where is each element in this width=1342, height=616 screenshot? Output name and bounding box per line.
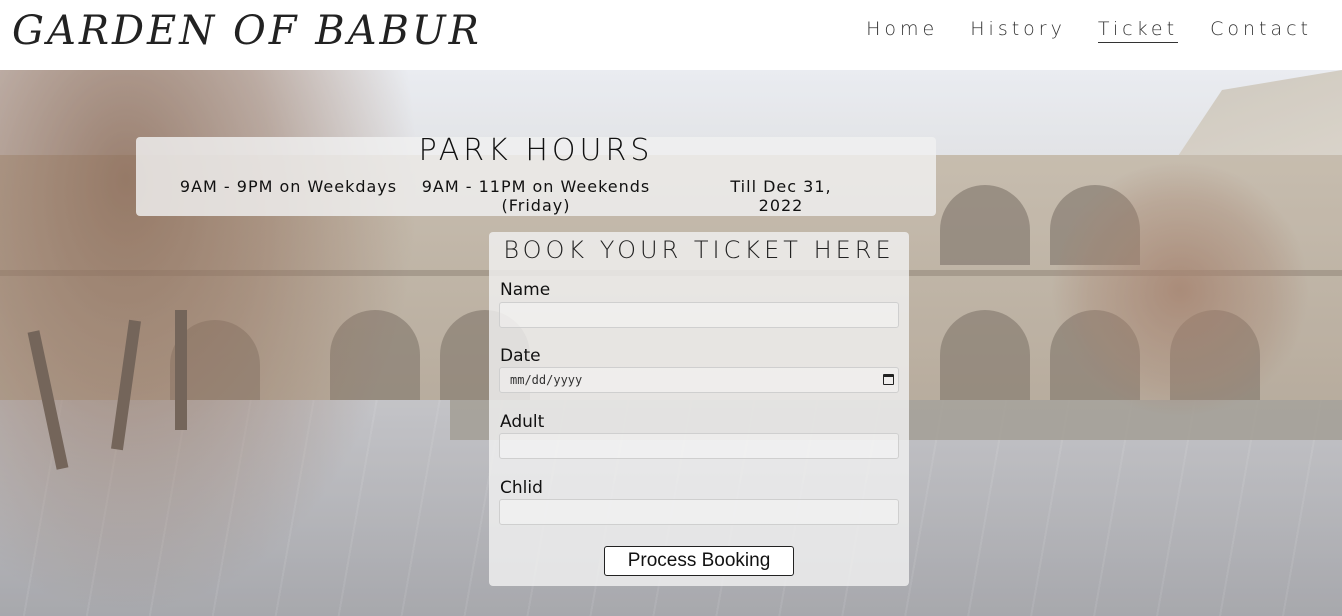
adult-input[interactable] bbox=[499, 433, 899, 459]
site-header: GARDEN OF BABUR Home History Ticket Cont… bbox=[0, 0, 1342, 70]
name-label: Name bbox=[500, 280, 551, 300]
child-label: Chlid bbox=[500, 478, 543, 498]
nav-home[interactable]: Home bbox=[866, 18, 938, 43]
booking-form: BOOK YOUR TICKET HERE Name Date mm/dd/yy… bbox=[489, 232, 909, 586]
nav-history[interactable]: History bbox=[970, 18, 1066, 43]
date-input[interactable]: mm/dd/yyyy bbox=[499, 367, 899, 393]
nav-ticket[interactable]: Ticket bbox=[1097, 18, 1179, 43]
date-placeholder: mm/dd/yyyy bbox=[510, 373, 583, 387]
hours-valid-until: Till Dec 31, 2022 bbox=[730, 177, 832, 215]
nav-contact[interactable]: Contact bbox=[1210, 18, 1312, 43]
adult-label: Adult bbox=[500, 412, 545, 432]
child-input[interactable] bbox=[499, 499, 899, 525]
calendar-icon[interactable] bbox=[883, 374, 894, 385]
weekday-hours: 9AM - 9PM on Weekdays bbox=[179, 177, 398, 196]
booking-form-title: BOOK YOUR TICKET HERE bbox=[503, 236, 895, 264]
park-hours-title: PARK HOURS bbox=[418, 133, 654, 168]
site-logo[interactable]: GARDEN OF BABUR bbox=[12, 8, 482, 54]
date-label: Date bbox=[500, 346, 541, 366]
park-hours-panel: PARK HOURS 9AM - 9PM on Weekdays 9AM - 1… bbox=[136, 133, 936, 216]
main-nav: Home History Ticket Contact bbox=[866, 18, 1312, 43]
name-input[interactable] bbox=[499, 302, 899, 328]
process-booking-button[interactable]: Process Booking bbox=[604, 546, 794, 576]
weekend-hours: 9AM - 11PM on Weekends (Friday) bbox=[421, 177, 651, 215]
